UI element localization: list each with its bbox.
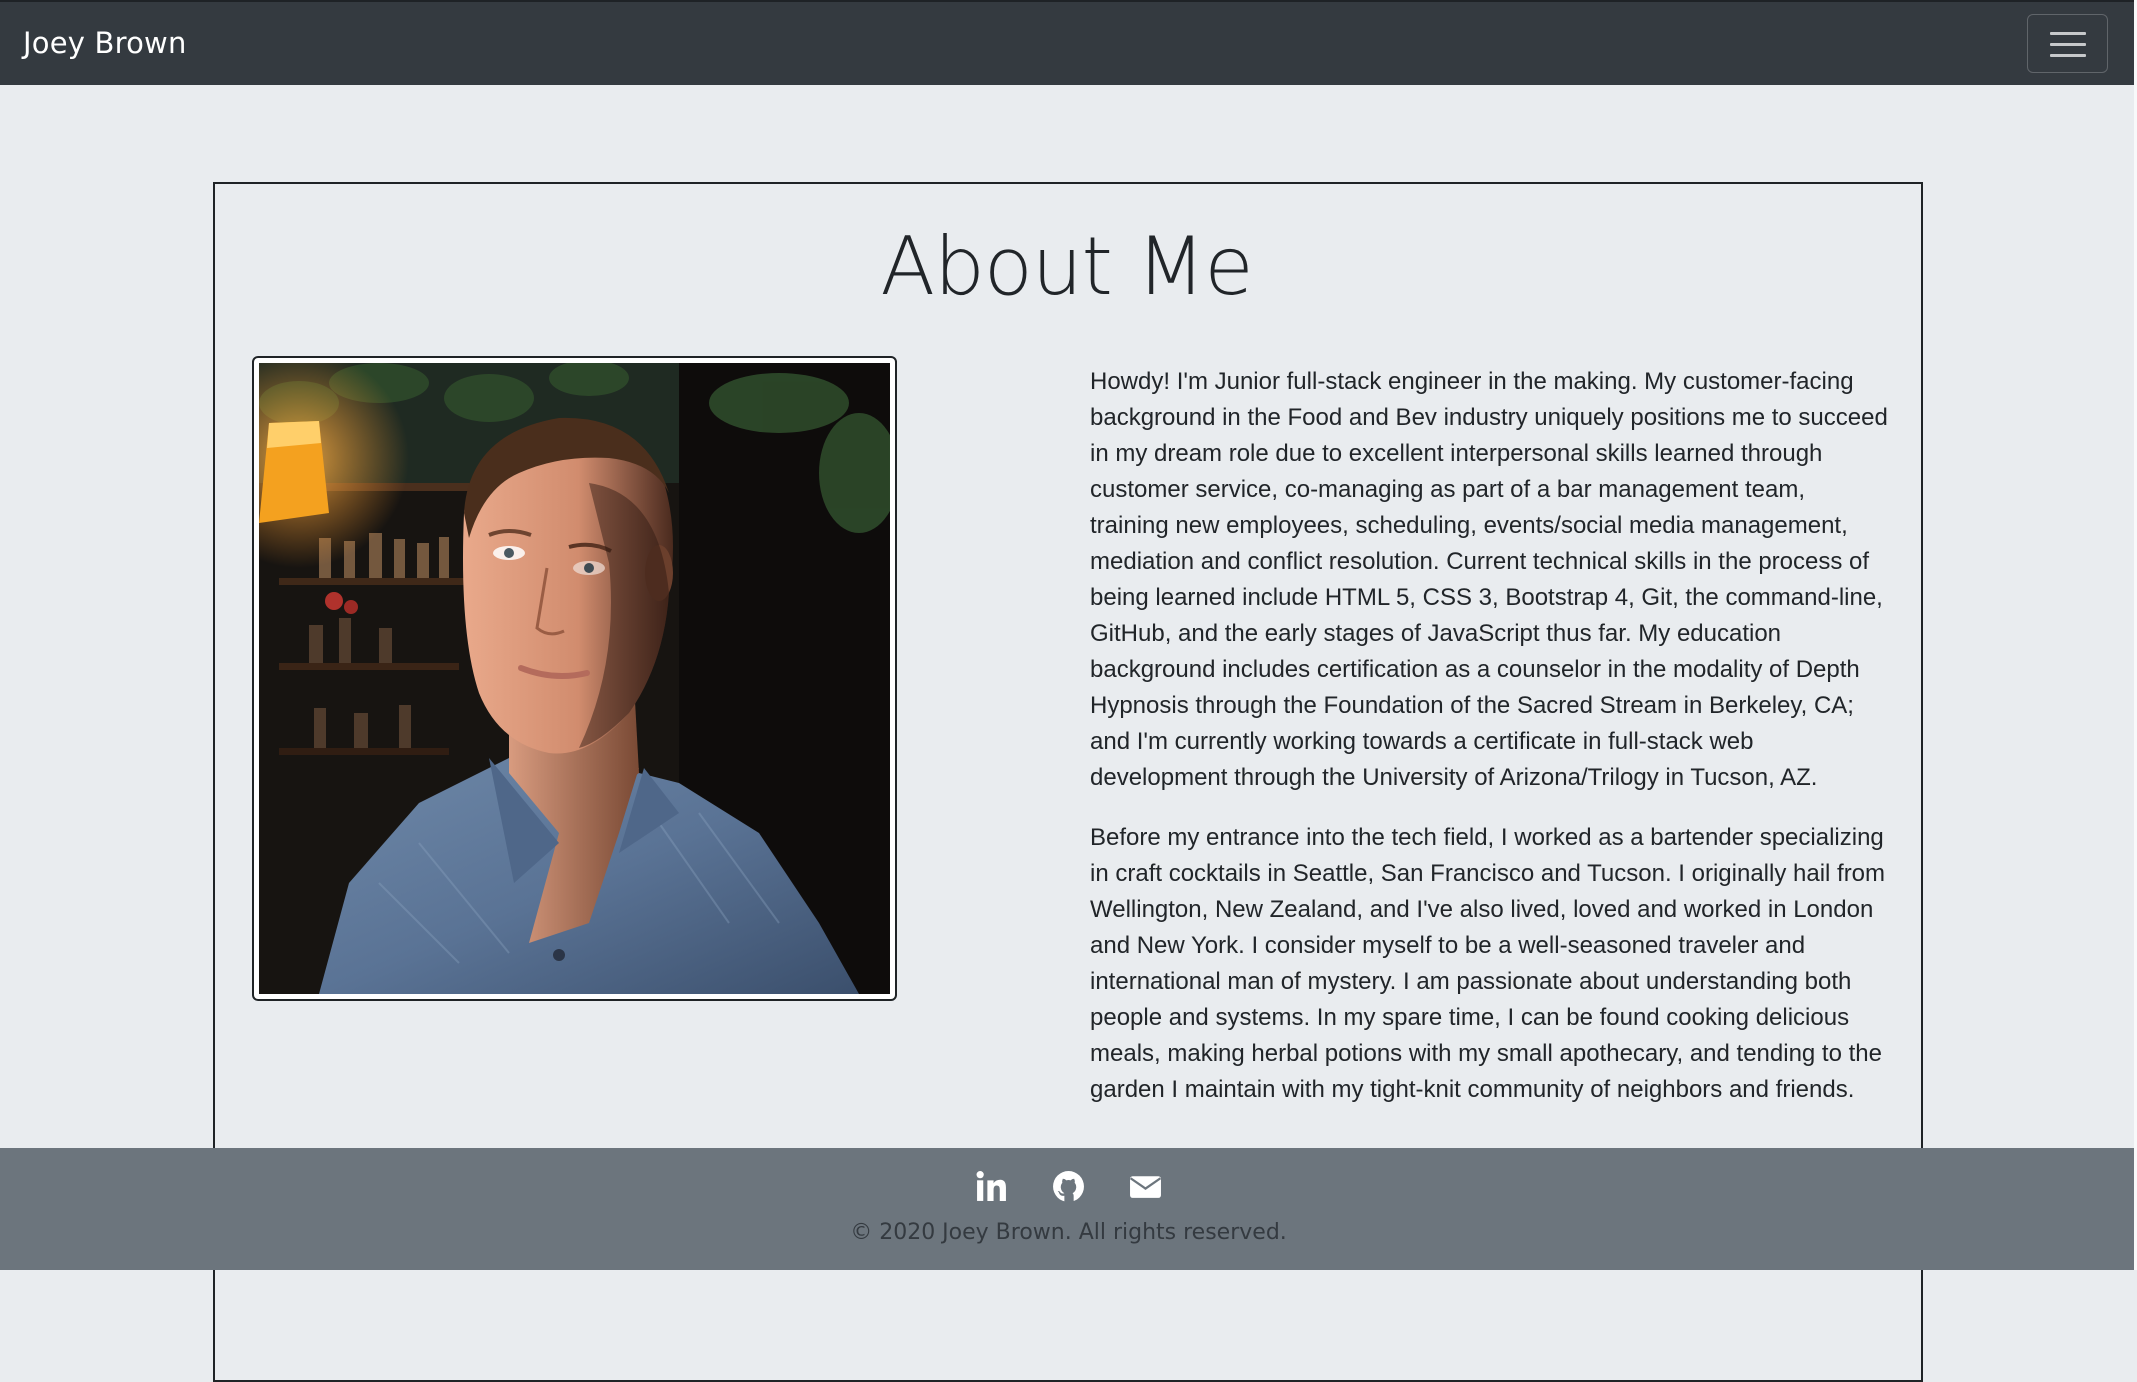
bio-paragraph-2: Before my entrance into the tech field, … bbox=[1090, 824, 1886, 1103]
copyright-text: © 2020 Joey Brown. All rights reserved. bbox=[850, 1220, 1287, 1245]
page-title: About Me bbox=[880, 220, 1253, 313]
social-icons bbox=[0, 1170, 2137, 1203]
hamburger-menu-icon bbox=[2050, 32, 2086, 35]
about-bio: Howdy! I'm Junior full-stack engineer in… bbox=[1090, 364, 1890, 1132]
navbar: Joey Brown bbox=[0, 0, 2137, 85]
profile-photo-frame bbox=[252, 356, 897, 1001]
envelope-icon[interactable] bbox=[1129, 1170, 1162, 1203]
linkedin-icon[interactable] bbox=[975, 1170, 1008, 1203]
navbar-brand[interactable]: Joey Brown bbox=[23, 26, 187, 60]
navbar-toggler-button[interactable] bbox=[2027, 14, 2108, 73]
footer: © 2020 Joey Brown. All rights reserved. bbox=[0, 1148, 2137, 1270]
bio-paragraph-1: Howdy! I'm Junior full-stack engineer in… bbox=[1090, 368, 1888, 791]
profile-photo bbox=[259, 363, 890, 994]
github-icon[interactable] bbox=[1052, 1170, 1085, 1203]
